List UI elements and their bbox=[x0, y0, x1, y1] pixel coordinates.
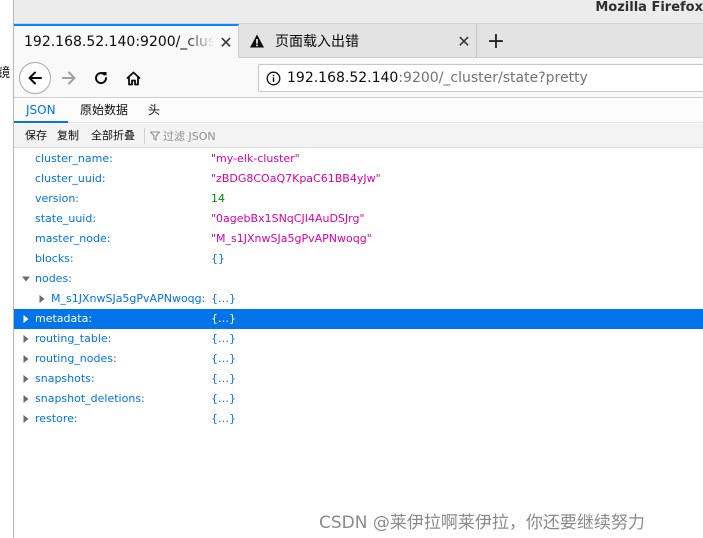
json-row[interactable]: snapshots: {…} bbox=[14, 369, 703, 389]
tab-headers[interactable]: 头 bbox=[136, 98, 172, 123]
watermark: CSDN @莱伊拉啊莱伊拉，你还要继续努力 bbox=[319, 513, 645, 533]
json-value: {} bbox=[211, 252, 225, 265]
json-row[interactable]: master_node: "M_s1JXnwSJa5gPvAPNwoqg" bbox=[14, 229, 703, 249]
json-row[interactable]: routing_table: {…} bbox=[14, 329, 703, 349]
json-key: state_uuid: bbox=[35, 212, 97, 225]
filter-json-input[interactable]: 过滤 JSON bbox=[150, 128, 216, 144]
back-arrow-icon bbox=[28, 71, 42, 85]
json-value: {…} bbox=[211, 392, 236, 405]
collapsed-caret-icon[interactable] bbox=[38, 295, 46, 303]
tab-raw-data[interactable]: 原始数据 bbox=[68, 98, 140, 123]
expanded-caret-icon[interactable] bbox=[22, 275, 30, 283]
toolbar-divider bbox=[144, 128, 145, 144]
tab-json[interactable]: JSON bbox=[14, 98, 68, 123]
collapse-all-button[interactable]: 全部折叠 bbox=[91, 128, 135, 144]
tab-cluster-state[interactable]: 192.168.52.140:9200/_cluster/state?prett… bbox=[14, 24, 239, 58]
collapsed-caret-icon[interactable] bbox=[22, 395, 30, 403]
json-row[interactable]: restore: {…} bbox=[14, 409, 703, 429]
json-key: cluster_name: bbox=[35, 152, 113, 165]
json-value: {…} bbox=[211, 332, 236, 345]
json-row[interactable]: cluster_name: "my-elk-cluster" bbox=[14, 149, 703, 169]
info-icon[interactable] bbox=[259, 71, 287, 86]
json-viewer-toolbar: 保存 复制 全部折叠 过滤 JSON bbox=[14, 124, 703, 148]
new-tab-button[interactable]: + bbox=[483, 24, 509, 58]
filter-icon bbox=[150, 131, 160, 141]
json-row[interactable]: state_uuid: "0agebBx1SNqCJI4AuDSJrg" bbox=[14, 209, 703, 229]
filter-placeholder: 过滤 JSON bbox=[163, 130, 216, 143]
window-title: Mozilla Firefox bbox=[595, 0, 703, 15]
collapsed-caret-icon[interactable] bbox=[22, 335, 30, 343]
clipped-text: 镜 bbox=[0, 66, 11, 81]
tab-label: 页面载入出错 bbox=[275, 34, 359, 50]
json-key: blocks: bbox=[35, 252, 74, 265]
json-row[interactable]: snapshot_deletions: {…} bbox=[14, 389, 703, 409]
json-value: {…} bbox=[211, 412, 236, 425]
json-value: "zBDG8COaQ7KpaC61BB4yJw" bbox=[211, 172, 381, 185]
reload-button[interactable] bbox=[86, 63, 116, 93]
navigation-bar: 192.168.52.140:9200/_cluster/state?prett… bbox=[14, 58, 703, 98]
collapsed-caret-icon[interactable] bbox=[22, 315, 30, 323]
collapsed-caret-icon[interactable] bbox=[22, 355, 30, 363]
json-viewer-tabs: JSON 原始数据 头 bbox=[14, 98, 703, 123]
json-value: {…} bbox=[211, 292, 236, 305]
home-icon bbox=[125, 71, 141, 85]
json-key: routing_table: bbox=[35, 332, 112, 345]
json-key: version: bbox=[35, 192, 79, 205]
back-button[interactable] bbox=[19, 62, 51, 94]
json-row[interactable]: blocks: {} bbox=[14, 249, 703, 269]
json-row[interactable]: cluster_uuid: "zBDG8COaQ7KpaC61BB4yJw" bbox=[14, 169, 703, 189]
json-key: metadata: bbox=[35, 312, 93, 325]
json-value: "0agebBx1SNqCJI4AuDSJrg" bbox=[211, 212, 365, 225]
json-key: snapshots: bbox=[35, 372, 95, 385]
tab-strip: 192.168.52.140:9200/_cluster/state?prett… bbox=[14, 24, 703, 58]
json-row[interactable]: metadata: {…} bbox=[14, 309, 703, 329]
url-bar[interactable]: 192.168.52.140:9200/_cluster/state?prett… bbox=[258, 64, 703, 92]
json-key: nodes: bbox=[35, 272, 72, 285]
json-key: routing_nodes: bbox=[35, 352, 117, 365]
close-tab-icon[interactable]: ✕ bbox=[452, 32, 476, 51]
json-key: cluster_uuid: bbox=[35, 172, 106, 185]
forward-button[interactable] bbox=[54, 63, 84, 93]
window-titlebar: Mozilla Firefox bbox=[14, 0, 703, 24]
json-row[interactable]: routing_nodes: {…} bbox=[14, 349, 703, 369]
json-value: {…} bbox=[211, 352, 236, 365]
json-value: {…} bbox=[211, 372, 236, 385]
json-value: "M_s1JXnwSJa5gPvAPNwoqg" bbox=[211, 232, 372, 245]
json-value: "my-elk-cluster" bbox=[211, 152, 300, 165]
collapsed-caret-icon[interactable] bbox=[22, 375, 30, 383]
json-row[interactable]: M_s1JXnwSJa5gPvAPNwoqg: {…} bbox=[14, 289, 703, 309]
json-value: 14 bbox=[211, 192, 225, 205]
json-value: {…} bbox=[211, 312, 236, 325]
warning-icon bbox=[249, 33, 265, 49]
tab-page-load-error[interactable]: 页面载入出错 ✕ bbox=[239, 24, 477, 58]
home-button[interactable] bbox=[118, 63, 148, 93]
json-key: restore: bbox=[35, 412, 78, 425]
tab-label: 192.168.52.140:9200/_cluster/state?prett… bbox=[24, 34, 214, 50]
save-button[interactable]: 保存 bbox=[25, 128, 47, 144]
json-key: snapshot_deletions: bbox=[35, 392, 145, 405]
json-key: master_node: bbox=[35, 232, 111, 245]
forward-arrow-icon bbox=[62, 71, 76, 85]
json-key: M_s1JXnwSJa5gPvAPNwoqg: bbox=[51, 292, 206, 305]
url-host: 192.168.52.140 bbox=[287, 70, 399, 86]
collapsed-caret-icon[interactable] bbox=[22, 415, 30, 423]
close-tab-icon[interactable]: ✕ bbox=[214, 33, 238, 52]
json-row[interactable]: version: 14 bbox=[14, 189, 703, 209]
url-path: :9200/_cluster/state?pretty bbox=[398, 70, 588, 86]
copy-button[interactable]: 复制 bbox=[57, 128, 79, 144]
json-row[interactable]: nodes: bbox=[14, 269, 703, 289]
desktop-edge: 镜 bbox=[0, 0, 14, 538]
reload-icon bbox=[95, 72, 108, 85]
